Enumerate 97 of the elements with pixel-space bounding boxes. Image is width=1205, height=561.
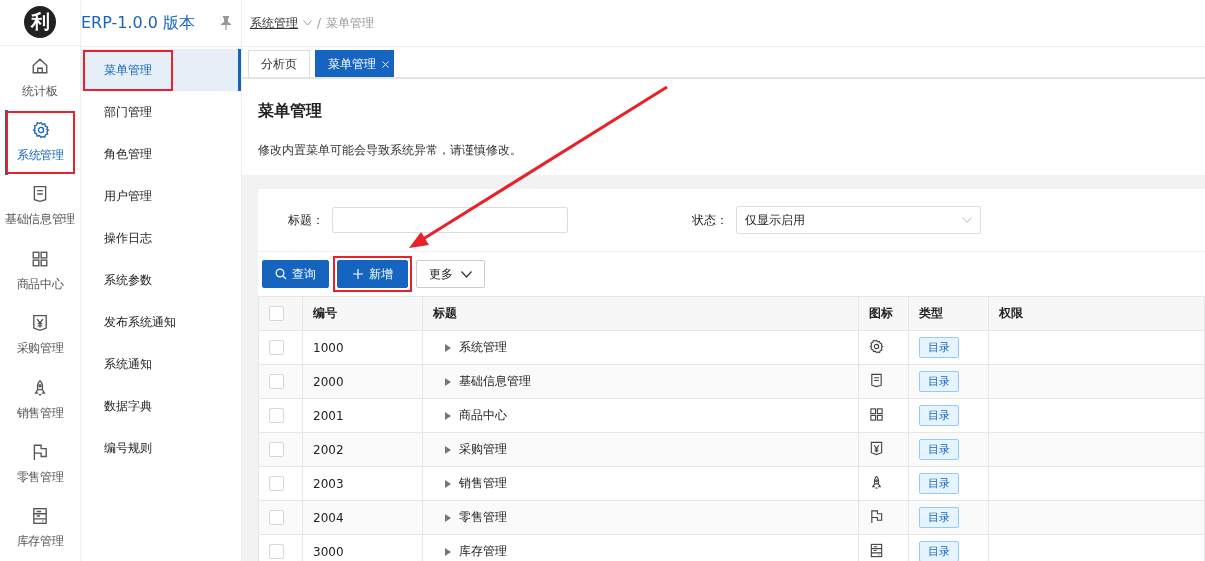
caret-right-icon[interactable] (445, 479, 451, 488)
type-tag: 目录 (919, 507, 959, 528)
row-checkbox[interactable] (269, 442, 284, 457)
type-tag: 目录 (919, 541, 959, 561)
chevron-down-icon[interactable] (303, 20, 312, 26)
yen-icon (31, 314, 49, 333)
type-tag: 目录 (919, 337, 959, 358)
submenu-item[interactable]: 发布系统通知 (81, 301, 241, 343)
plus-icon (352, 268, 364, 280)
nav-item[interactable]: 统计板 (0, 45, 80, 111)
type-tag: 目录 (919, 371, 959, 392)
table-cell: 2004 (313, 510, 344, 525)
nav-item[interactable]: 销售管理 (0, 367, 80, 433)
row-checkbox[interactable] (269, 340, 284, 355)
status-select[interactable]: 仅显示启用 (736, 206, 981, 234)
rocket-icon (31, 378, 49, 397)
cabinet-icon (31, 507, 49, 526)
table-cell: 2001 (313, 408, 344, 423)
row-checkbox[interactable] (269, 476, 284, 491)
document-icon (31, 185, 49, 204)
search-button[interactable]: 查询 (262, 260, 329, 288)
submenu-item[interactable]: 系统通知 (81, 343, 241, 385)
column-header: 类型 (919, 306, 943, 320)
settings-icon (31, 120, 50, 139)
type-tag: 目录 (919, 439, 959, 460)
settings-icon (869, 338, 884, 354)
table-cell: 3000 (313, 544, 344, 559)
cabinet-icon (869, 542, 884, 558)
breadcrumb-separator: / (317, 16, 322, 30)
page-title: 菜单管理 (258, 101, 323, 122)
nav-item[interactable]: 零售管理 (0, 432, 80, 497)
table-cell: 2003 (313, 476, 344, 491)
nav-item[interactable]: 采购管理 (0, 303, 80, 368)
table-cell: 系统管理 (459, 339, 507, 356)
submenu-item[interactable]: 操作日志 (81, 217, 241, 259)
add-button[interactable]: 新增 (337, 260, 408, 288)
page-tab[interactable]: 分析页 (248, 50, 310, 77)
caret-right-icon[interactable] (445, 547, 451, 556)
grid-icon (869, 406, 884, 422)
submenu-item[interactable]: 系统参数 (81, 259, 241, 301)
table-cell: 1000 (313, 340, 344, 355)
flag-icon (869, 508, 884, 524)
document-icon (869, 372, 884, 388)
close-icon[interactable] (382, 60, 389, 68)
pin-icon[interactable] (221, 16, 231, 30)
table-cell: 零售管理 (459, 509, 507, 526)
table-cell: 销售管理 (459, 475, 507, 492)
table-cell: 商品中心 (459, 407, 507, 424)
nav-item[interactable]: 商品中心 (0, 239, 80, 304)
select-all-checkbox[interactable] (269, 306, 284, 321)
submenu-item[interactable]: 编号规则 (81, 427, 241, 469)
row-checkbox[interactable] (269, 544, 284, 559)
nav-item[interactable]: 系统管理 (5, 110, 76, 175)
yen-icon (869, 440, 884, 456)
column-header: 编号 (313, 306, 337, 320)
caret-right-icon[interactable] (445, 411, 451, 420)
submenu-item[interactable]: 用户管理 (81, 175, 241, 217)
flag-icon (31, 442, 49, 461)
table-cell: 2002 (313, 442, 344, 457)
table-cell: 2000 (313, 374, 344, 389)
submenu-item[interactable]: 部门管理 (81, 91, 241, 133)
page-tab[interactable]: 菜单管理 (315, 50, 394, 77)
home-icon (31, 56, 49, 75)
row-checkbox[interactable] (269, 374, 284, 389)
submenu-item[interactable]: 数据字典 (81, 385, 241, 427)
breadcrumb-link[interactable]: 系统管理 (250, 14, 298, 32)
chevron-down-icon (962, 217, 972, 223)
rocket-icon (869, 474, 884, 490)
search-icon (275, 268, 287, 280)
app-title: ERP-1.0.0 版本 (81, 12, 196, 34)
caret-right-icon[interactable] (445, 445, 451, 454)
table-cell: 采购管理 (459, 441, 507, 458)
table-cell: 库存管理 (459, 543, 507, 560)
field-label: 标题： (288, 211, 324, 229)
submenu-item[interactable]: 角色管理 (81, 133, 241, 175)
grid-icon (31, 249, 49, 268)
chevron-down-icon (461, 270, 472, 278)
app-logo: 利 (24, 6, 56, 39)
nav-item[interactable]: 库存管理 (0, 496, 80, 561)
notice-text: 修改内置菜单可能会导致系统异常，请谨慎修改。 (258, 142, 523, 159)
caret-right-icon[interactable] (445, 377, 451, 386)
caret-right-icon[interactable] (445, 513, 451, 522)
column-header: 图标 (869, 306, 893, 320)
more-dropdown-button[interactable]: 更多 (416, 260, 485, 288)
breadcrumb-current: 菜单管理 (326, 14, 375, 32)
type-tag: 目录 (919, 473, 959, 494)
caret-right-icon[interactable] (445, 343, 451, 352)
field-label: 状态： (692, 211, 728, 229)
row-checkbox[interactable] (269, 408, 284, 423)
column-header: 权限 (999, 306, 1023, 320)
row-checkbox[interactable] (269, 510, 284, 525)
table-cell: 基础信息管理 (459, 373, 531, 390)
type-tag: 目录 (919, 405, 959, 426)
submenu-item[interactable]: 菜单管理 (81, 49, 241, 91)
title-input[interactable] (332, 207, 568, 233)
column-header: 标题 (433, 306, 457, 320)
nav-item[interactable]: 基础信息管理 (0, 174, 80, 240)
